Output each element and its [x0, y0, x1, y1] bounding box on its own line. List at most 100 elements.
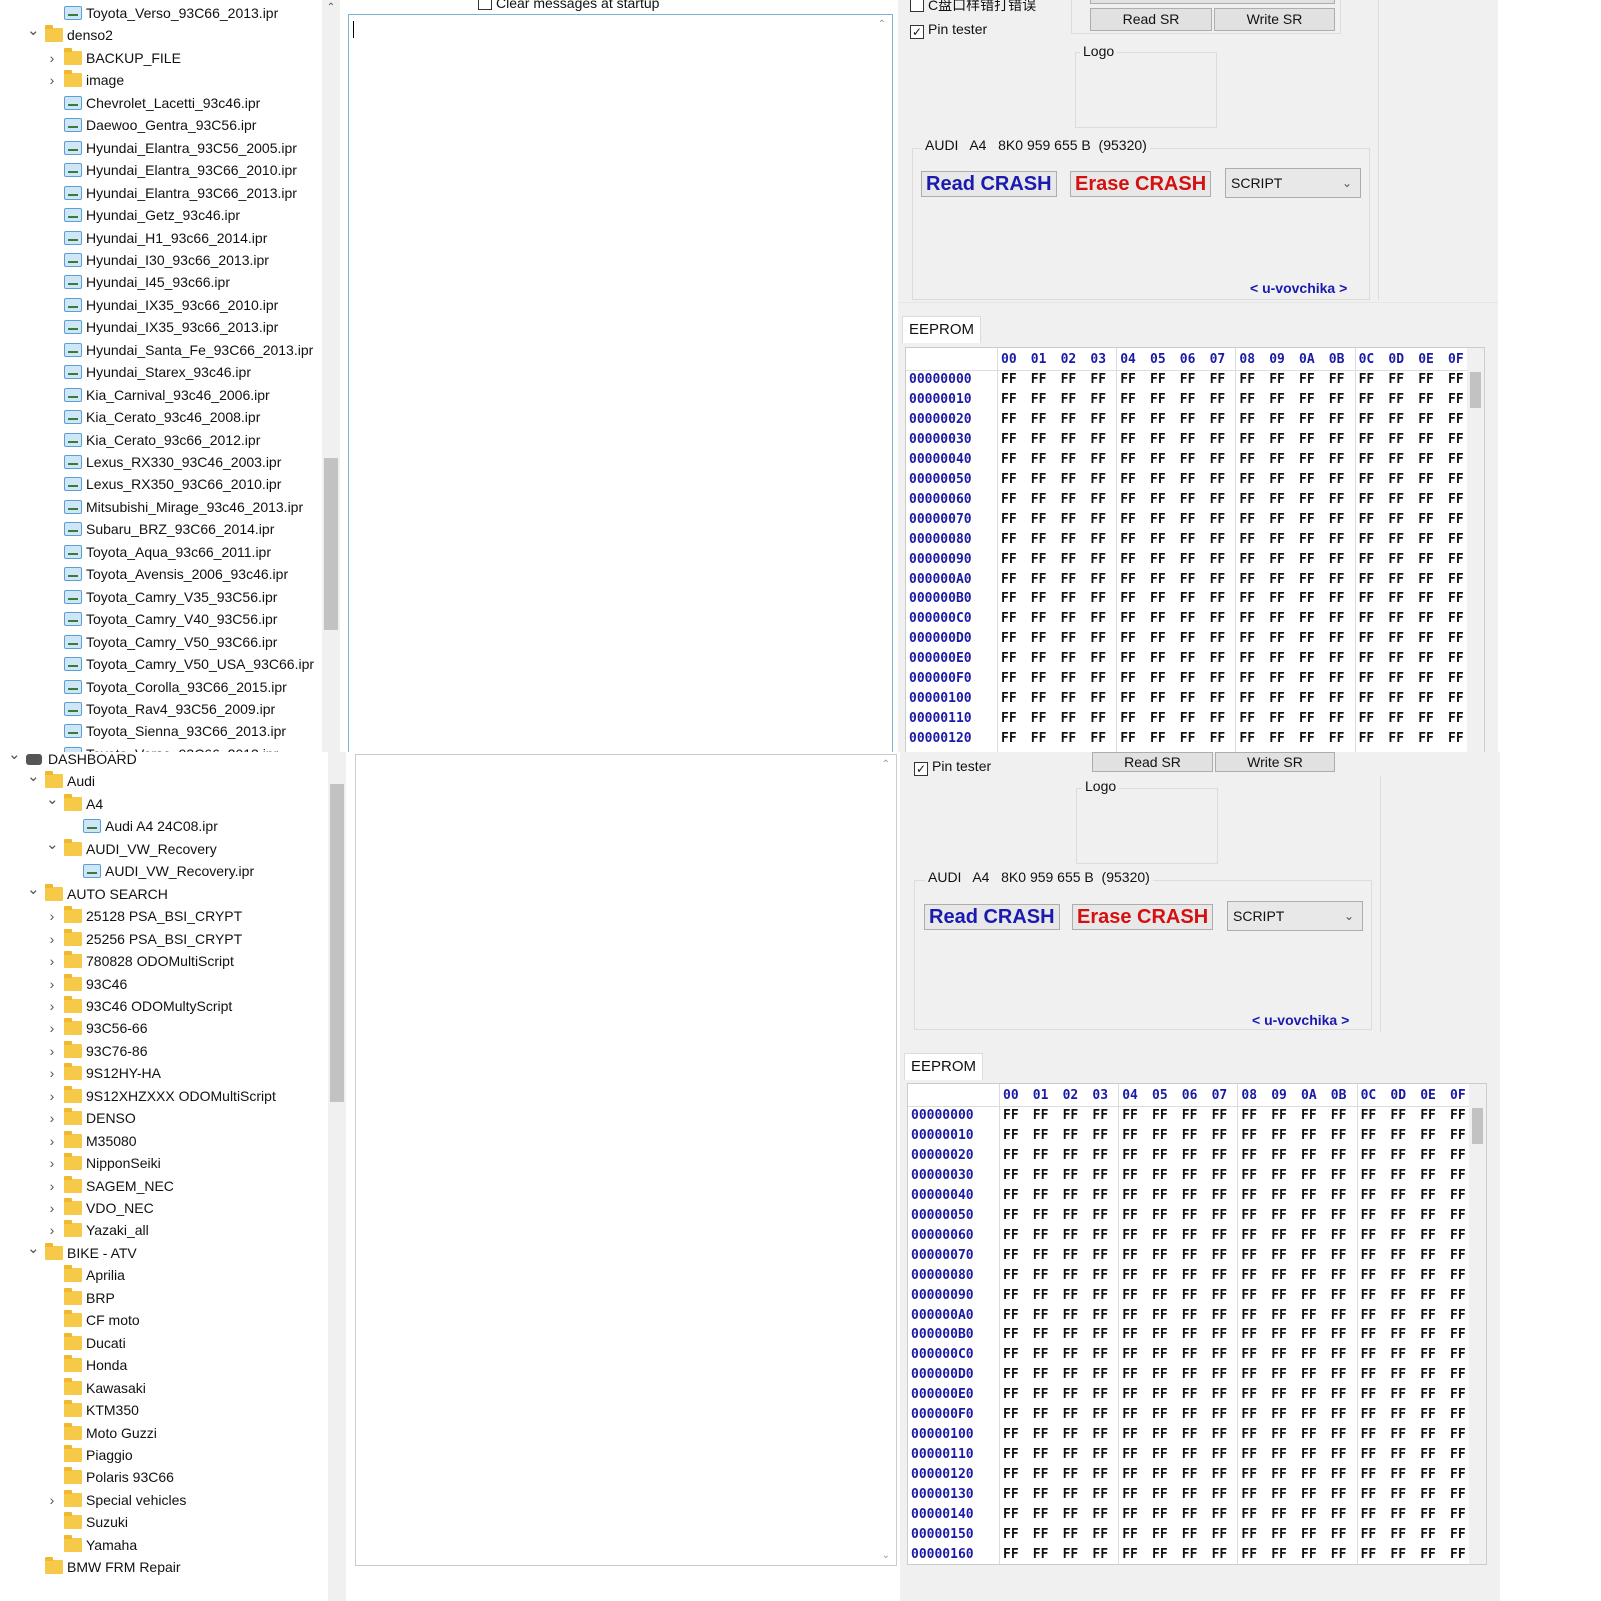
hex-byte[interactable]: FF: [1241, 1425, 1271, 1445]
hex-byte[interactable]: FF: [1092, 1186, 1122, 1206]
hex-byte[interactable]: FF: [1180, 470, 1210, 490]
hex-byte[interactable]: FF: [1150, 709, 1180, 729]
hex-byte[interactable]: FF: [1420, 1465, 1450, 1485]
tree-item[interactable]: Hyundai_I45_93c66.ipr: [0, 271, 330, 293]
hex-byte[interactable]: FF: [1061, 370, 1091, 390]
hex-byte[interactable]: FF: [1212, 1106, 1242, 1126]
hex-byte[interactable]: FF: [1329, 709, 1359, 729]
chevron-right-icon[interactable]: ›: [46, 1017, 58, 1039]
hex-byte[interactable]: FF: [1361, 1505, 1391, 1525]
hex-byte[interactable]: FF: [1212, 1345, 1242, 1365]
hex-byte[interactable]: FF: [1331, 1126, 1361, 1146]
hex-byte[interactable]: FF: [1210, 530, 1240, 550]
hex-byte[interactable]: FF: [1182, 1505, 1212, 1525]
hex-byte[interactable]: FF: [1152, 1505, 1182, 1525]
hex-byte[interactable]: FF: [1299, 430, 1329, 450]
hex-byte[interactable]: FF: [1152, 1465, 1182, 1485]
hex-byte[interactable]: FF: [1003, 1345, 1033, 1365]
hex-byte[interactable]: FF: [1152, 1206, 1182, 1226]
hex-byte[interactable]: FF: [1180, 430, 1210, 450]
hex-byte[interactable]: FF: [1092, 1365, 1122, 1385]
hex-byte[interactable]: FF: [1390, 1365, 1420, 1385]
hex-byte[interactable]: FF: [1033, 1286, 1063, 1306]
hex-row[interactable]: 00000070 FF FF FF FF FF FF FF FF FF FF FF FF FF FF FF FF: [906, 510, 1484, 530]
hex-byte[interactable]: FF: [1361, 1325, 1391, 1345]
tree-item[interactable]: › 9S12XHZXXX ODOMultiScript: [0, 1085, 330, 1107]
hex-byte[interactable]: FF: [1212, 1425, 1242, 1445]
hex-byte[interactable]: FF: [1031, 450, 1061, 470]
hex-byte[interactable]: FF: [1092, 1166, 1122, 1186]
hex-byte[interactable]: FF: [1092, 1485, 1122, 1505]
hex-byte[interactable]: FF: [1239, 510, 1269, 530]
hex-byte[interactable]: FF: [1299, 470, 1329, 490]
hex-byte[interactable]: FF: [1092, 1266, 1122, 1286]
hex-byte[interactable]: FF: [1120, 390, 1150, 410]
hex-byte[interactable]: FF: [1122, 1505, 1152, 1525]
hex-byte[interactable]: FF: [1239, 450, 1269, 470]
hex-byte[interactable]: FF: [1388, 550, 1418, 570]
hex-row[interactable]: 00000010 FF FF FF FF FF FF FF FF FF FF FF FF FF FF FF FF: [906, 390, 1484, 410]
hex-byte[interactable]: FF: [1239, 490, 1269, 510]
hex-byte[interactable]: FF: [1182, 1206, 1212, 1226]
hex-byte[interactable]: FF: [1180, 669, 1210, 689]
hex-byte[interactable]: FF: [1122, 1246, 1152, 1266]
hex-byte[interactable]: FF: [1033, 1306, 1063, 1326]
tree-item[interactable]: Subaru_BRZ_93C66_2014.ipr: [0, 518, 330, 540]
hex-byte[interactable]: FF: [1033, 1266, 1063, 1286]
hex-byte[interactable]: FF: [1301, 1186, 1331, 1206]
chevron-down-icon[interactable]: ⌄: [46, 834, 59, 856]
scroll-up-icon[interactable]: ⌃: [878, 19, 886, 30]
hex-byte[interactable]: FF: [1212, 1465, 1242, 1485]
hex-byte[interactable]: FF: [1031, 510, 1061, 530]
hex-byte[interactable]: FF: [1269, 609, 1299, 629]
hex-byte[interactable]: FF: [1271, 1465, 1301, 1485]
hex-row[interactable]: 00000120 FF FF FF FF FF FF FF FF FF FF FF FF FF FF FF FF: [906, 729, 1484, 749]
hex-byte[interactable]: FF: [1301, 1525, 1331, 1545]
hex-byte[interactable]: FF: [1269, 530, 1299, 550]
hex-byte[interactable]: FF: [1212, 1266, 1242, 1286]
hex-byte[interactable]: FF: [1212, 1286, 1242, 1306]
hex-byte[interactable]: FF: [1331, 1525, 1361, 1545]
hex-byte[interactable]: FF: [1390, 1186, 1420, 1206]
read-crash-button[interactable]: Read CRASH: [924, 904, 1060, 930]
hex-row[interactable]: 000000B0 FF FF FF FF FF FF FF FF FF FF FF FF FF FF FF FF: [908, 1325, 1486, 1345]
hex-byte[interactable]: FF: [1003, 1246, 1033, 1266]
hex-byte[interactable]: FF: [1361, 1465, 1391, 1485]
hex-byte[interactable]: FF: [1361, 1286, 1391, 1306]
hex-byte[interactable]: FF: [1003, 1206, 1033, 1226]
hex-byte[interactable]: FF: [1329, 470, 1359, 490]
hex-byte[interactable]: FF: [1033, 1226, 1063, 1246]
chevron-down-icon[interactable]: ⌄: [46, 789, 59, 811]
hex-byte[interactable]: FF: [1061, 550, 1091, 570]
hex-byte[interactable]: FF: [1063, 1525, 1093, 1545]
hex-byte[interactable]: FF: [1031, 470, 1061, 490]
hex-byte[interactable]: FF: [1063, 1465, 1093, 1485]
hex-byte[interactable]: FF: [1122, 1345, 1152, 1365]
tree-item[interactable]: Toyota_Camry_V40_93C56.ipr: [0, 608, 330, 630]
hex-row[interactable]: 00000140 FF FF FF FF FF FF FF FF FF FF FF FF FF FF FF FF: [908, 1505, 1486, 1525]
hex-byte[interactable]: FF: [1031, 570, 1061, 590]
tree-item[interactable]: Yamaha: [0, 1534, 330, 1556]
hex-byte[interactable]: FF: [1212, 1525, 1242, 1545]
hex-byte[interactable]: FF: [1092, 1226, 1122, 1246]
hex-byte[interactable]: FF: [1301, 1286, 1331, 1306]
hex-byte[interactable]: FF: [1388, 450, 1418, 470]
tree-item[interactable]: Toyota_Verso_93C66_2013.ipr: [0, 2, 330, 24]
tree-item[interactable]: Toyota_Camry_V50_93C66.ipr: [0, 631, 330, 653]
hex-scrollbar[interactable]: [1469, 1084, 1486, 1564]
cjk-checkbox[interactable]: C盘口样错打错误: [910, 0, 1036, 14]
hex-byte[interactable]: FF: [1001, 709, 1031, 729]
hex-byte[interactable]: FF: [1418, 550, 1448, 570]
hex-byte[interactable]: FF: [1241, 1246, 1271, 1266]
hex-byte[interactable]: FF: [1331, 1186, 1361, 1206]
hex-byte[interactable]: FF: [1331, 1266, 1361, 1286]
hex-byte[interactable]: FF: [1388, 629, 1418, 649]
hex-byte[interactable]: FF: [1003, 1365, 1033, 1385]
chevron-right-icon[interactable]: ›: [46, 950, 58, 972]
hex-byte[interactable]: FF: [1150, 669, 1180, 689]
hex-byte[interactable]: FF: [1212, 1325, 1242, 1345]
hex-byte[interactable]: FF: [1120, 709, 1150, 729]
hex-byte[interactable]: FF: [1063, 1186, 1093, 1206]
hex-byte[interactable]: FF: [1210, 669, 1240, 689]
hex-byte[interactable]: FF: [1182, 1266, 1212, 1286]
